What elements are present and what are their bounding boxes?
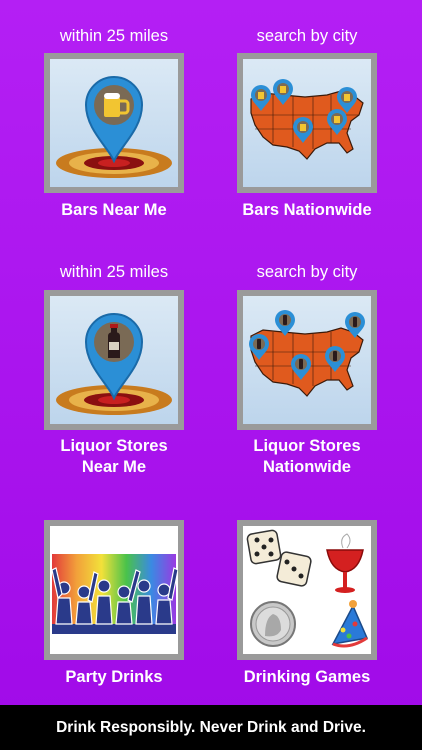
dice-icon [246, 529, 312, 587]
liquor-stores-near-me-label-line1: Liquor Stores [60, 437, 168, 455]
caption-bars-near-me: within 25 miles [59, 27, 169, 45]
liquor-stores-near-me-button[interactable] [44, 290, 184, 430]
liquor-stores-near-me-label: Liquor Stores Near Me [29, 436, 199, 478]
dice-coin-glass-icon [246, 529, 369, 648]
liquor-stores-nationwide-label: Liquor Stores Nationwide [222, 436, 392, 478]
drinking-games-button[interactable] [237, 520, 377, 660]
bars-near-me-button[interactable] [44, 53, 184, 193]
party-hat-icon [331, 600, 369, 648]
liquor-stores-nationwide-label-line1: Liquor Stores [253, 437, 361, 455]
party-crowd-icon [51, 554, 178, 634]
beer-location-pin-icon [56, 76, 172, 178]
party-drinks-label: Party Drinks [65, 668, 163, 686]
champagne-glass-icon [326, 533, 364, 593]
us-map-beer-pins-icon [250, 79, 364, 160]
footer-disclaimer-text: Drink Responsibly. Never Drink and Drive… [56, 718, 366, 736]
us-map-wine-pins-icon [249, 310, 365, 397]
caption-liquor-near-me: within 25 miles [59, 263, 169, 281]
caption-liquor-nationwide: search by city [256, 263, 358, 281]
party-drinks-button[interactable] [44, 520, 184, 660]
bars-nationwide-label: Bars Nationwide [242, 201, 372, 219]
caption-bars-nationwide: search by city [256, 27, 358, 45]
drinking-games-label: Drinking Games [243, 668, 371, 686]
quarter-coin-icon [250, 601, 296, 647]
liquor-stores-nationwide-button[interactable] [237, 290, 377, 430]
liquor-stores-nationwide-label-line2: Nationwide [262, 458, 351, 476]
wine-location-pin-icon [56, 313, 172, 415]
bars-nationwide-button[interactable] [237, 53, 377, 193]
liquor-stores-near-me-label-line2: Near Me [81, 458, 147, 476]
bars-near-me-label: Bars Near Me [61, 201, 167, 219]
footer-disclaimer: Drink Responsibly. Never Drink and Drive… [0, 705, 422, 750]
